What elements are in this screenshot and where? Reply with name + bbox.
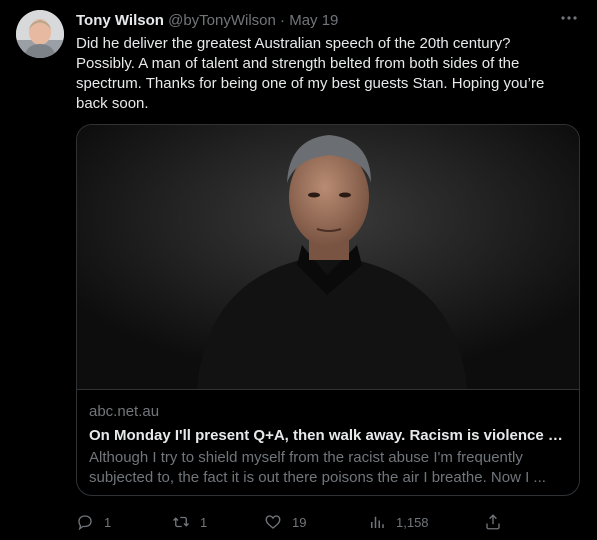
separator: · [280,12,286,29]
author-handle[interactable]: @byTonyWilson [168,12,276,29]
card-title[interactable]: On Monday I'll present Q+A, then walk aw… [89,426,567,446]
retweet-icon [173,516,189,528]
card-description: Although I try to shield myself from the… [89,449,546,486]
retweet-button[interactable]: 1 [172,510,207,534]
like-button[interactable]: 19 [264,510,306,534]
link-card[interactable]: abc.net.au On Monday I'll present Q+A, t… [76,124,580,496]
tweet-text: Did he deliver the greatest Australian s… [76,35,545,112]
reply-icon [78,515,92,531]
view-count: 1,158 [396,514,429,530]
card-image[interactable] [77,125,579,389]
like-count: 19 [292,514,307,530]
author-name[interactable]: Tony Wilson [76,12,164,29]
tweet-date[interactable]: May 19 [289,12,338,29]
retweet-count: 1 [200,514,208,530]
card-domain: abc.net.au [89,403,160,420]
reply-button[interactable]: 1 [76,510,111,534]
avatar[interactable] [16,10,64,58]
card-meta: abc.net.au On Monday I'll present Q+A, t… [77,389,579,495]
views-button[interactable]: 1,158 [368,510,429,534]
reply-count: 1 [104,514,112,530]
more-icon[interactable] [559,8,579,28]
share-icon [486,514,500,530]
views-icon [371,516,384,528]
share-button[interactable] [484,510,502,534]
action-bar: 1 1 19 1,158 [76,510,516,534]
heart-icon [265,515,281,529]
tweet-header: Tony Wilson @byTonyWilson · May 19 [76,11,557,31]
